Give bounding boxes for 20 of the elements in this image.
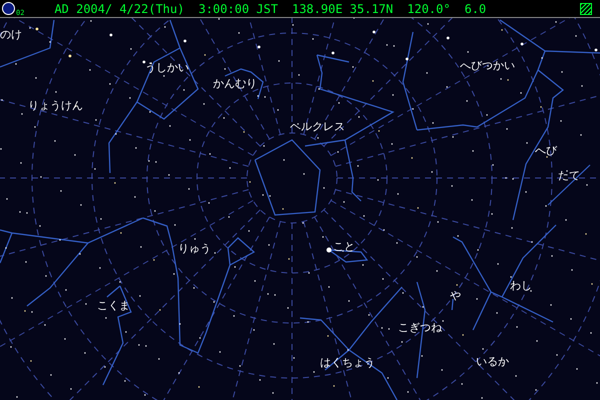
constellation-label: へびつかい bbox=[460, 59, 515, 72]
constellation-label: こと bbox=[333, 240, 355, 253]
time-text: 3:00:00 JST bbox=[198, 2, 278, 16]
constellation-label: へび bbox=[535, 144, 557, 157]
magnitude-text: 6.0 bbox=[464, 2, 486, 16]
moon-phase-icon bbox=[2, 2, 15, 15]
constellation-label: りゅう bbox=[178, 242, 211, 255]
date-text: AD 2004/ 4/22(Thu) bbox=[54, 2, 184, 16]
constellation-label: や bbox=[450, 289, 461, 302]
location-text: 138.90E 35.17N bbox=[292, 2, 394, 16]
constellation-label: こくま bbox=[97, 299, 130, 312]
angle-text: 120.0° bbox=[407, 2, 450, 16]
constellation-label: のけ bbox=[0, 28, 22, 41]
constellation-label: かんむり bbox=[213, 77, 257, 90]
hatch-icon[interactable] bbox=[580, 2, 592, 14]
constellation-label: りょうけん bbox=[28, 99, 83, 112]
constellation-label: ヘルクレス bbox=[290, 120, 345, 133]
constellation-label: いるか bbox=[476, 355, 509, 368]
constellation-label: わし bbox=[510, 279, 532, 292]
constellation-label: たて bbox=[558, 169, 580, 182]
